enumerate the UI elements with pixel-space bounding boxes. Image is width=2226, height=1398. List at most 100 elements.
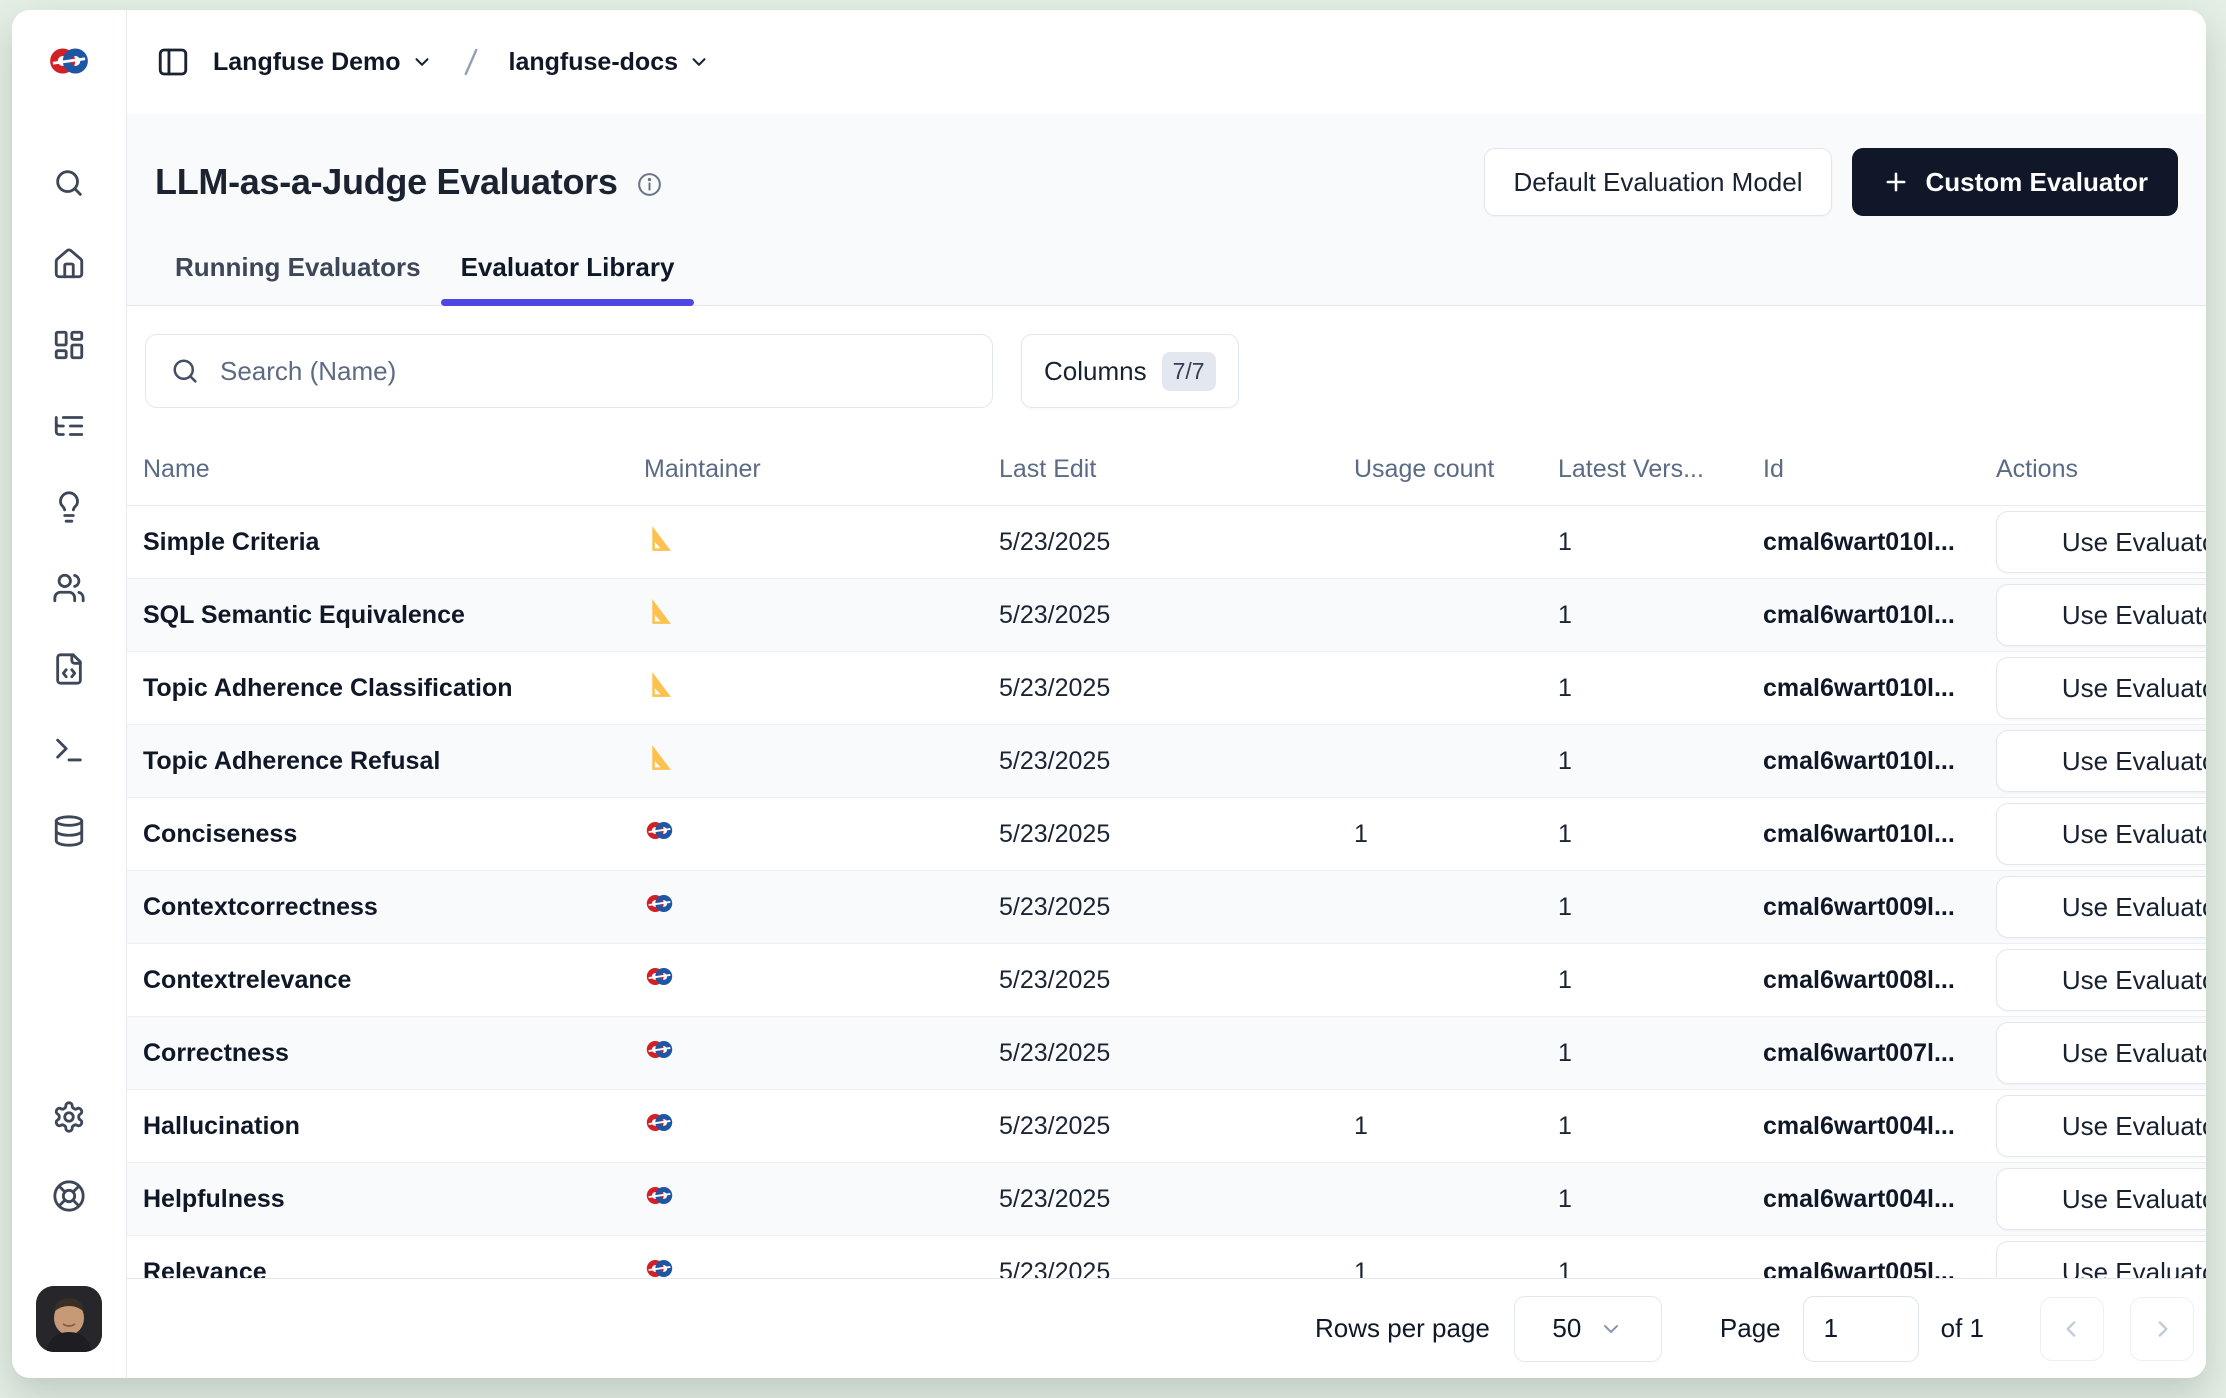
table-body: Simple Criteria 5/23/2025 1 cmal6wart010… — [127, 506, 2206, 1278]
user-avatar[interactable] — [36, 1286, 102, 1352]
table-row: Contextcorrectness 5/23/2025 1 cmal6wart… — [127, 871, 2206, 944]
use-evaluator-button[interactable]: Use Evaluator — [1996, 1022, 2206, 1084]
search-input[interactable] — [220, 356, 968, 387]
ragas-maintainer-icon — [644, 523, 675, 554]
latest-version-cell: 1 — [1558, 893, 1763, 922]
tab-evaluator-library[interactable]: Evaluator Library — [441, 252, 695, 305]
evaluator-name: Topic Adherence Classification — [143, 674, 644, 703]
evaluator-name: Simple Criteria — [143, 528, 644, 557]
columns-button[interactable]: Columns 7/7 — [1021, 334, 1239, 408]
breadcrumb-org[interactable]: Langfuse Demo — [213, 48, 433, 77]
maintainer-cell — [644, 669, 999, 707]
tab-running-evaluators[interactable]: Running Evaluators — [155, 252, 441, 305]
chevron-left-icon — [2059, 1316, 2085, 1342]
actions-cell: Use Evaluator — [1996, 803, 2206, 865]
page-header: LLM-as-a-Judge Evaluators Default Evalua… — [127, 114, 2206, 306]
maintainer-cell — [644, 742, 999, 780]
use-evaluator-button[interactable]: Use Evaluator — [1996, 949, 2206, 1011]
chevron-down-icon — [1599, 1317, 1623, 1341]
maintainer-cell — [644, 888, 999, 926]
maintainer-cell — [644, 523, 999, 561]
search-icon[interactable] — [52, 166, 86, 200]
id-cell: cmal6wart009l... — [1763, 893, 1996, 922]
home-icon[interactable] — [52, 247, 86, 281]
langfuse-maintainer-icon — [644, 888, 675, 919]
last-edit-cell: 5/23/2025 — [999, 747, 1354, 776]
langfuse-logo — [46, 38, 92, 84]
table-row: Topic Adherence Refusal 5/23/2025 1 cmal… — [127, 725, 2206, 798]
actions-cell: Use Evaluator — [1996, 949, 2206, 1011]
page-label: Page — [1720, 1313, 1781, 1344]
sidebar-bottom — [36, 1100, 102, 1352]
use-evaluator-button[interactable]: Use Evaluator — [1996, 730, 2206, 792]
sidebar-toggle-icon[interactable] — [155, 43, 193, 81]
table-row: Relevance 5/23/2025 1 1 cmal6wart005l...… — [127, 1236, 2206, 1278]
table-row: Correctness 5/23/2025 1 cmal6wart007l...… — [127, 1017, 2206, 1090]
use-evaluator-button[interactable]: Use Evaluator — [1996, 511, 2206, 573]
langfuse-maintainer-icon — [644, 961, 675, 992]
last-edit-cell: 5/23/2025 — [999, 528, 1354, 557]
search-icon — [170, 356, 200, 386]
last-edit-cell: 5/23/2025 — [999, 674, 1354, 703]
id-cell: cmal6wart004l... — [1763, 1185, 1996, 1214]
columns-count-badge: 7/7 — [1162, 352, 1216, 391]
column-header-latest-version: Latest Vers... — [1558, 455, 1763, 484]
breadcrumb-org-label: Langfuse Demo — [213, 48, 401, 77]
toolbar: Columns 7/7 — [127, 306, 2206, 434]
use-evaluator-button[interactable]: Use Evaluator — [1996, 1241, 2206, 1278]
tracing-icon[interactable] — [52, 409, 86, 443]
datasets-icon[interactable] — [52, 814, 86, 848]
use-evaluator-button[interactable]: Use Evaluator — [1996, 1168, 2206, 1230]
plus-icon — [1882, 168, 1910, 196]
actions-cell: Use Evaluator — [1996, 1095, 2206, 1157]
use-evaluator-button[interactable]: Use Evaluator — [1996, 584, 2206, 646]
users-icon[interactable] — [52, 571, 86, 605]
actions-cell: Use Evaluator — [1996, 876, 2206, 938]
page-title: LLM-as-a-Judge Evaluators — [155, 161, 618, 203]
settings-icon[interactable] — [52, 1100, 86, 1134]
last-edit-cell: 5/23/2025 — [999, 1258, 1354, 1279]
latest-version-cell: 1 — [1558, 1112, 1763, 1141]
latest-version-cell: 1 — [1558, 820, 1763, 849]
rows-per-page-label: Rows per page — [1315, 1313, 1490, 1344]
prompts-icon[interactable] — [52, 652, 86, 686]
id-cell: cmal6wart005l... — [1763, 1258, 1996, 1279]
dashboards-icon[interactable] — [52, 328, 86, 362]
use-evaluator-button[interactable]: Use Evaluator — [1996, 657, 2206, 719]
main-content: Langfuse Demo langfuse-docs LLM-as-a-Jud… — [127, 10, 2206, 1378]
ragas-maintainer-icon — [644, 596, 675, 627]
default-evaluation-model-button[interactable]: Default Evaluation Model — [1484, 148, 1831, 216]
actions-cell: Use Evaluator — [1996, 730, 2206, 792]
evaluation-icon[interactable] — [52, 490, 86, 524]
langfuse-maintainer-icon — [644, 815, 675, 846]
last-edit-cell: 5/23/2025 — [999, 1112, 1354, 1141]
evaluator-name: Relevance — [143, 1258, 644, 1279]
rows-per-page-select[interactable]: 50 — [1514, 1296, 1662, 1362]
id-cell: cmal6wart010l... — [1763, 601, 1996, 630]
info-icon[interactable] — [636, 171, 663, 198]
actions-cell: Use Evaluator — [1996, 1022, 2206, 1084]
id-cell: cmal6wart010l... — [1763, 674, 1996, 703]
playground-icon[interactable] — [52, 733, 86, 767]
id-cell: cmal6wart008l... — [1763, 966, 1996, 995]
column-header-maintainer: Maintainer — [644, 455, 999, 484]
id-cell: cmal6wart010l... — [1763, 820, 1996, 849]
use-evaluator-button[interactable]: Use Evaluator — [1996, 803, 2206, 865]
use-evaluator-button[interactable]: Use Evaluator — [1996, 1095, 2206, 1157]
chevron-right-icon — [2149, 1316, 2175, 1342]
latest-version-cell: 1 — [1558, 1258, 1763, 1279]
topbar: Langfuse Demo langfuse-docs — [127, 10, 2206, 114]
use-evaluator-button[interactable]: Use Evaluator — [1996, 876, 2206, 938]
custom-evaluator-button[interactable]: Custom Evaluator — [1852, 148, 2179, 216]
page-number-input[interactable] — [1803, 1296, 1919, 1362]
actions-cell: Use Evaluator — [1996, 1241, 2206, 1278]
table-footer: Rows per page 50 Page of 1 — [127, 1278, 2206, 1378]
previous-page-button[interactable] — [2040, 1297, 2104, 1361]
actions-cell: Use Evaluator — [1996, 584, 2206, 646]
usage-count-cell: 1 — [1354, 1258, 1558, 1279]
maintainer-cell — [644, 596, 999, 634]
support-icon[interactable] — [52, 1179, 86, 1213]
next-page-button[interactable] — [2130, 1297, 2194, 1361]
breadcrumb-project[interactable]: langfuse-docs — [509, 48, 710, 77]
breadcrumb-project-label: langfuse-docs — [509, 48, 678, 77]
